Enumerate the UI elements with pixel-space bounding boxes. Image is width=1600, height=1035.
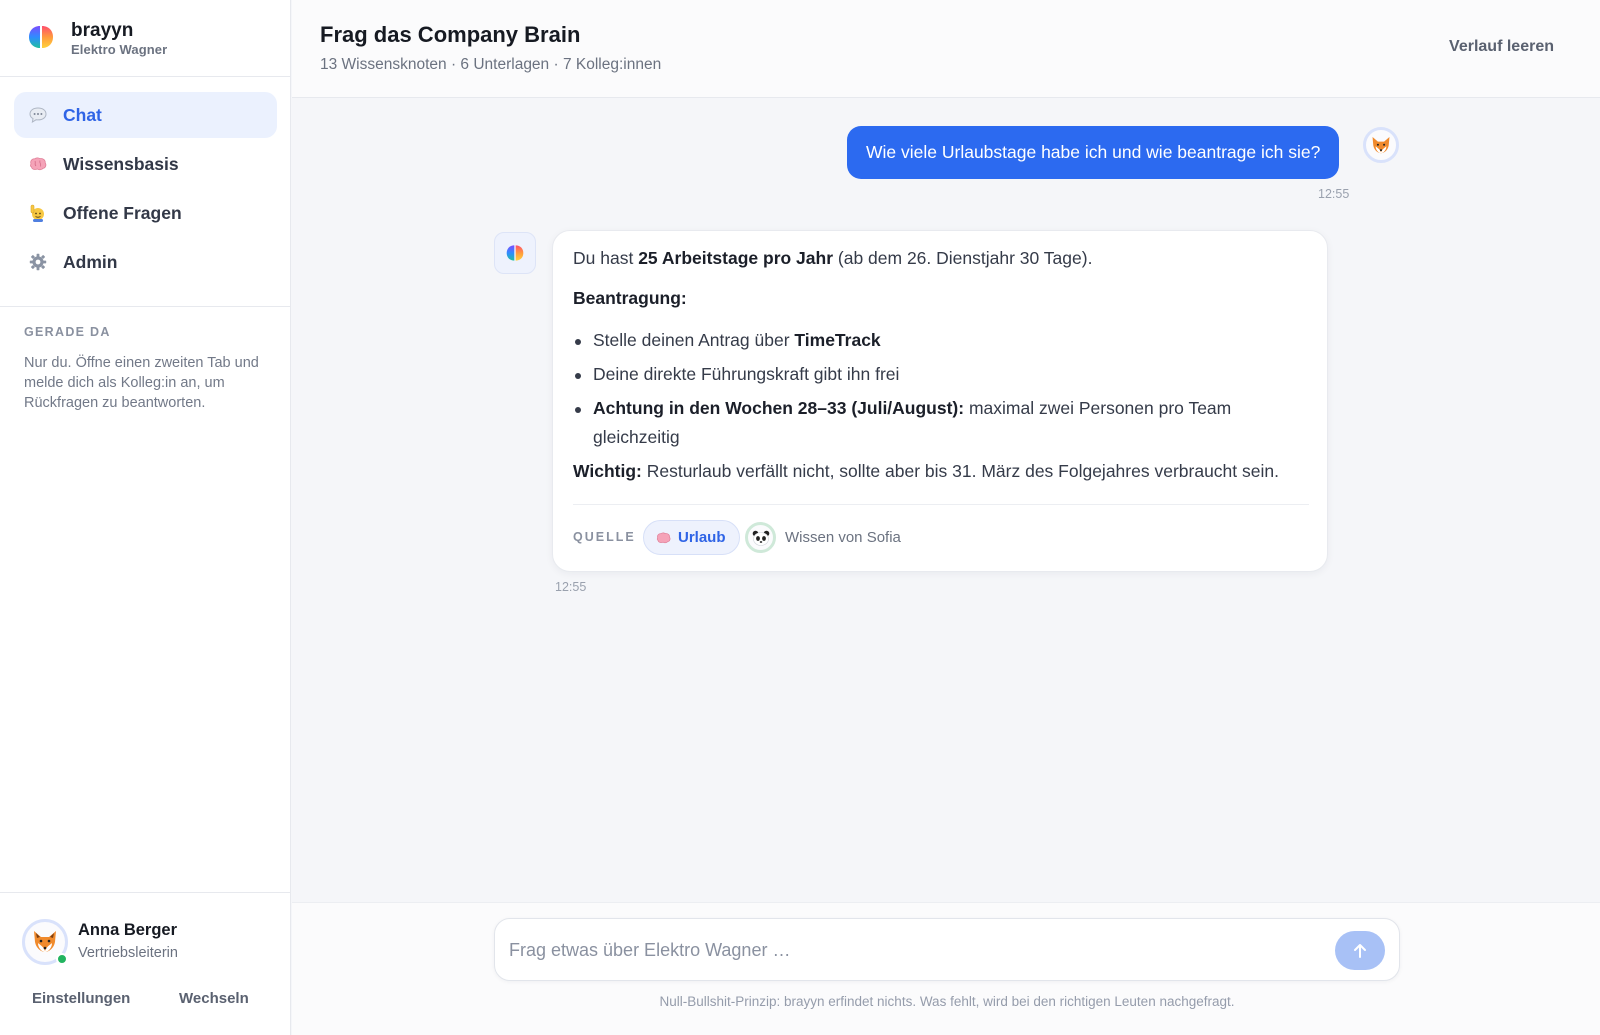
nav-label-admin: Admin [63,251,118,272]
note-text: Resturlaub verfällt nicht, sollte aber b… [641,461,1279,481]
composer-area: Null-Bullshit-Prinzip: brayyn erfindet n… [292,902,1600,1035]
list-item-highlight: Achtung in den Wochen 28–33 (Juli/August… [593,398,965,418]
organization-name: Elektro Wagner [71,42,168,57]
online-status-dot [56,953,68,965]
avatar [1363,127,1399,163]
composer-footnote: Null-Bullshit-Prinzip: brayyn erfindet n… [659,994,1235,1009]
sidebar-divider [0,306,291,307]
speech-bubble-icon [28,105,48,125]
source-chip[interactable]: Urlaub [643,520,740,555]
user-role: Vertriebsleiterin [78,945,178,961]
assistant-avatar [494,232,536,274]
clear-history-button[interactable]: Verlauf leeren [1449,38,1554,56]
message-input[interactable] [509,935,1309,965]
answer-text: Du hast [573,248,639,268]
list-item: Stelle deinen Antrag über TimeTrack [573,326,1313,355]
message-timestamp: 12:55 [1318,187,1350,201]
chat-header: Frag das Company Brain 13 Wissensknoten … [292,0,1600,98]
nav-label-wissensbasis: Wissensbasis [63,153,179,174]
answer-summary: Du hast 25 Arbeitstage pro Jahr (ab dem … [573,248,1313,270]
brand-header: brayyn Elektro Wagner [0,0,291,77]
page-subtitle: 13 Wissensknoten · 6 Unterlagen · 7 Koll… [320,56,662,73]
answer-text: (ab dem 26. Dienstjahr 30 Tage). [833,248,1093,268]
brain-icon [28,154,48,174]
send-button[interactable] [1335,931,1385,970]
source-label: QUELLE [573,530,636,544]
nav-item-admin[interactable]: Admin [14,239,277,285]
fox-icon [34,931,56,952]
answer-bullet-list: Stelle deinen Antrag über TimeTrack Dein… [573,326,1313,452]
user-name: Anna Berger [78,921,178,939]
gear-icon [28,252,48,272]
nav-label-chat: Chat [63,104,102,125]
list-item: Achtung in den Wochen 28–33 (Juli/August… [573,394,1313,452]
answer-important-note: Wichtig: Resturlaub verfällt nicht, soll… [573,459,1313,483]
chat-main: Frag das Company Brain 13 Wissensknoten … [292,0,1600,1035]
switch-user-button[interactable]: Wechseln [179,990,249,1007]
source-chip-label: Urlaub [678,529,726,546]
brain-logo-icon [506,245,524,261]
presence-title: GERADE DA [24,325,111,339]
assistant-message-card: Du hast 25 Arbeitstage pro Jahr (ab dem … [552,230,1328,572]
note-label: Wichtig: [573,461,642,481]
nav-item-wissensbasis[interactable]: Wissensbasis [14,141,277,187]
nav-label-offene-fragen: Offene Fragen [63,202,182,223]
list-item-text: Stelle deinen Antrag über [593,330,795,350]
nav-item-chat[interactable]: Chat [14,92,277,138]
brain-logo-icon [29,26,53,48]
sidebar: brayyn Elektro Wagner Chat Wissensbasis … [0,0,291,1035]
answer-section-heading: Beantragung: [573,288,687,308]
answer-highlight: 25 Arbeitstage pro Jahr [638,248,834,268]
arrow-up-icon [1354,943,1366,958]
list-item-highlight: TimeTrack [794,330,881,350]
message-composer [494,918,1400,981]
list-item-text: Deine direkte Führungskraft gibt ihn fre… [593,364,900,384]
presence-text: Nur du. Öffne einen zweiten Tab und meld… [24,355,259,411]
assistant-message-body: Du hast 25 Arbeitstage pro Jahr (ab dem … [573,248,1313,483]
settings-button[interactable]: Einstellungen [32,990,130,1007]
user-message-bubble: Wie viele Urlaubstage habe ich und wie b… [847,126,1340,179]
panda-icon [752,530,769,546]
page-title: Frag das Company Brain [320,22,581,47]
source-divider [573,504,1309,505]
list-item: Deine direkte Führungskraft gibt ihn fre… [573,360,1313,389]
brain-icon [656,532,671,543]
main-navigation: Chat Wissensbasis Offene Fragen Admin [14,92,277,288]
fox-icon [1372,136,1390,153]
current-user-panel: Anna Berger Vertriebsleiterin Einstellun… [0,892,291,1035]
avatar [745,522,776,553]
nav-item-offene-fragen[interactable]: Offene Fragen [14,190,277,236]
raising-hand-icon [28,203,48,223]
brand-name: brayyn [71,20,134,41]
message-timestamp: 12:55 [555,580,587,594]
source-person: Wissen von Sofia [785,529,901,546]
